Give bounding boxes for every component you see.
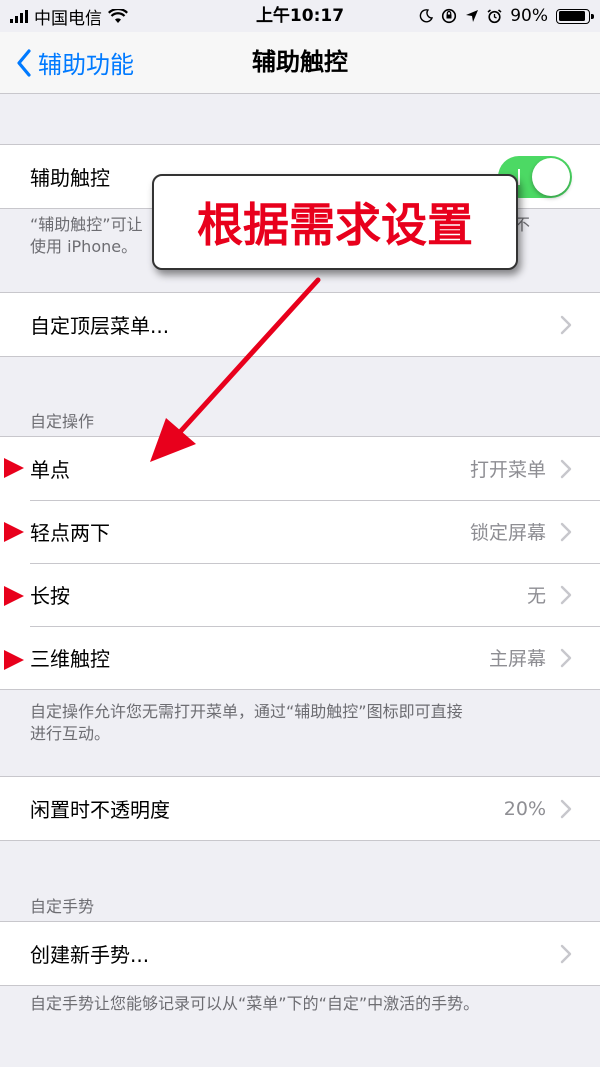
toggle-knob [532, 158, 570, 196]
3d-touch-value: 主屏幕 [488, 648, 546, 670]
custom-gestures-group: 创建新手势... [0, 921, 600, 986]
3d-touch-label: 三维触控 [30, 647, 110, 671]
assistive-touch-footer-line1: “辅助触控”可让 [30, 215, 143, 234]
create-gesture-row[interactable]: 创建新手势... [0, 922, 600, 985]
chevron-right-icon [560, 522, 572, 541]
chevron-left-icon [17, 48, 31, 77]
red-marker-double-tap [4, 522, 24, 542]
toggle-on-mark [518, 169, 520, 185]
custom-actions-group: 单点 打开菜单 轻点两下 锁定屏幕 长按 无 三维触控 主屏幕 [0, 436, 600, 690]
red-marker-3d-touch [4, 650, 24, 670]
annotation-callout: 根据需求设置 [152, 174, 518, 270]
double-tap-value: 锁定屏幕 [469, 522, 546, 544]
top-menu-group: 自定顶层菜单... [0, 292, 600, 357]
customize-top-menu-row[interactable]: 自定顶层菜单... [0, 293, 600, 356]
rotation-lock-icon [442, 8, 457, 24]
custom-actions-footer: 自定操作允许您无需打开菜单，通过“辅助触控”图标即可直接 进行互动。 [30, 701, 560, 745]
long-press-label: 长按 [30, 584, 70, 608]
red-marker-single-tap [4, 458, 24, 478]
long-press-value: 无 [526, 585, 546, 607]
custom-actions-header: 自定操作 [30, 412, 95, 431]
idle-opacity-group: 闲置时不透明度 20% [0, 776, 600, 841]
navigation-bar: 辅助功能 辅助触控 [0, 32, 600, 94]
back-button[interactable]: 辅助功能 [16, 32, 134, 93]
back-button-label: 辅助功能 [38, 51, 134, 79]
single-tap-row[interactable]: 单点 打开菜单 [0, 437, 600, 500]
moon-icon [419, 9, 434, 23]
alarm-icon [487, 8, 502, 23]
chevron-right-icon [560, 799, 572, 818]
create-gesture-label: 创建新手势... [30, 943, 150, 967]
battery-icon [556, 8, 594, 24]
red-marker-long-press [4, 586, 24, 606]
status-right: 90% [419, 0, 594, 32]
double-tap-row[interactable]: 轻点两下 锁定屏幕 [0, 500, 600, 563]
custom-actions-footer-line2: 进行互动。 [30, 724, 111, 743]
idle-opacity-value: 20% [503, 797, 546, 820]
custom-gestures-header: 自定手势 [30, 897, 95, 916]
chevron-right-icon [560, 944, 572, 963]
3d-touch-row[interactable]: 三维触控 主屏幕 [0, 626, 600, 689]
single-tap-label: 单点 [30, 458, 70, 482]
idle-opacity-row[interactable]: 闲置时不透明度 20% [0, 777, 600, 840]
single-tap-value: 打开菜单 [469, 459, 546, 481]
double-tap-label: 轻点两下 [30, 521, 110, 545]
custom-gestures-footer: 自定手势让您能够记录可以从“菜单”下的“自定”中激活的手势。 [30, 994, 480, 1013]
chevron-right-icon [560, 648, 572, 667]
chevron-right-icon [560, 585, 572, 604]
custom-actions-footer-line1: 自定操作允许您无需打开菜单，通过“辅助触控”图标即可直接 [30, 702, 463, 721]
status-bar: 中国电信 上午10:17 90% [0, 0, 600, 32]
chevron-right-icon [560, 315, 572, 334]
chevron-right-icon [560, 459, 572, 478]
battery-percent: 90% [510, 6, 548, 26]
customize-top-menu-label: 自定顶层菜单... [30, 314, 170, 338]
long-press-row[interactable]: 长按 无 [0, 563, 600, 626]
idle-opacity-label: 闲置时不透明度 [30, 798, 170, 822]
location-icon [466, 10, 479, 22]
